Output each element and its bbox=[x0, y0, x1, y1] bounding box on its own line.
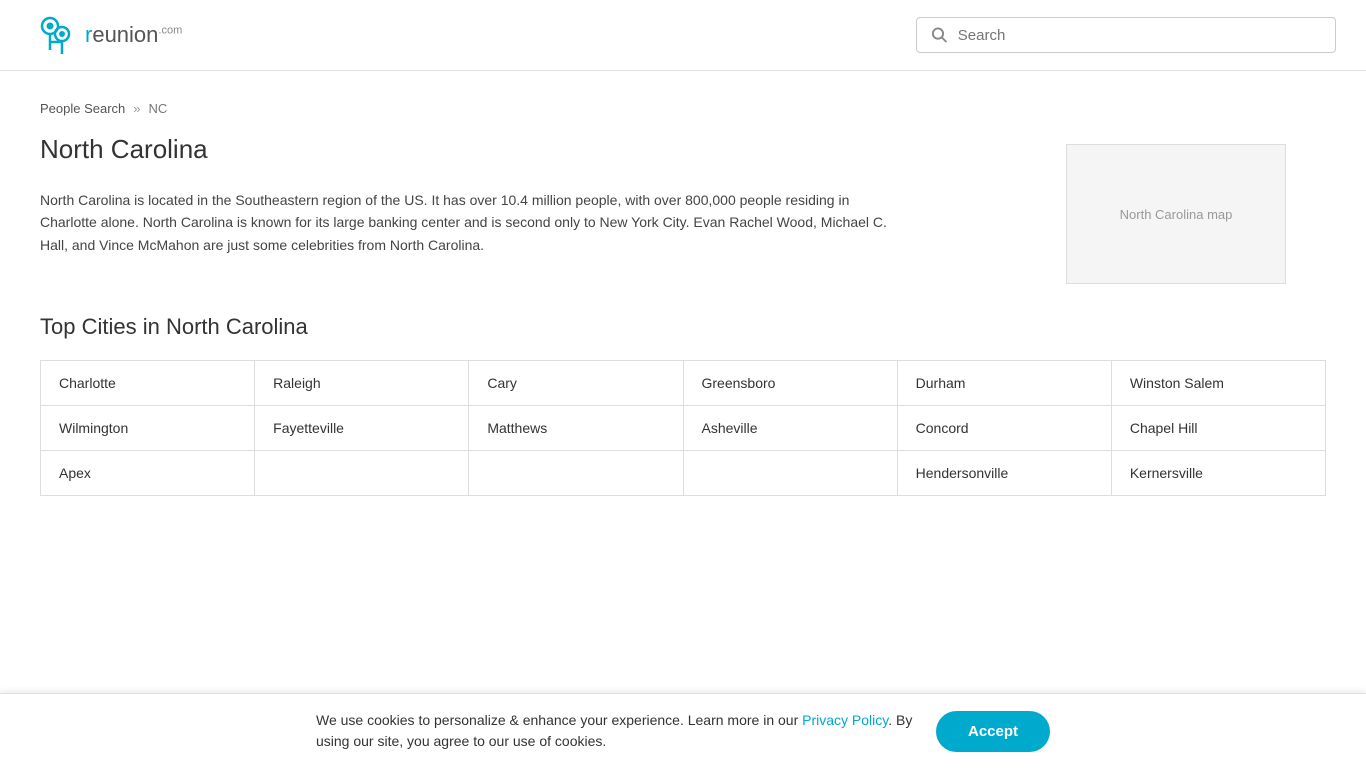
city-link[interactable] bbox=[684, 451, 898, 496]
cities-grid: CharlotteRaleighCaryGreensboroDurhamWins… bbox=[40, 360, 1326, 496]
header: reunion.com bbox=[0, 0, 1366, 71]
city-link[interactable]: Raleigh bbox=[255, 361, 469, 406]
city-link[interactable] bbox=[255, 451, 469, 496]
breadcrumb-people-search[interactable]: People Search bbox=[40, 101, 125, 116]
city-link[interactable]: Apex bbox=[41, 451, 255, 496]
page-left: North Carolina North Carolina is located… bbox=[40, 134, 1026, 284]
search-icon bbox=[931, 26, 948, 44]
breadcrumb: People Search » NC bbox=[40, 101, 1326, 116]
city-link[interactable]: Wilmington bbox=[41, 406, 255, 451]
city-link[interactable]: Chapel Hill bbox=[1112, 406, 1326, 451]
breadcrumb-separator: » bbox=[133, 101, 140, 116]
city-link[interactable]: Kernersville bbox=[1112, 451, 1326, 496]
search-input[interactable] bbox=[958, 27, 1321, 44]
page-description: North Carolina is located in the Southea… bbox=[40, 189, 900, 256]
city-link[interactable]: Charlotte bbox=[41, 361, 255, 406]
city-link[interactable]: Cary bbox=[469, 361, 683, 406]
cookie-text: We use cookies to personalize & enhance … bbox=[316, 710, 916, 752]
city-link[interactable]: Greensboro bbox=[684, 361, 898, 406]
accept-cookies-button[interactable]: Accept bbox=[936, 711, 1050, 752]
search-bar[interactable] bbox=[916, 17, 1336, 53]
city-link[interactable]: Concord bbox=[898, 406, 1112, 451]
city-link[interactable]: Hendersonville bbox=[898, 451, 1112, 496]
city-link[interactable]: Matthews bbox=[469, 406, 683, 451]
city-link[interactable]: Fayetteville bbox=[255, 406, 469, 451]
main-content: People Search » NC North Carolina North … bbox=[0, 71, 1366, 526]
cities-section: Top Cities in North Carolina CharlotteRa… bbox=[40, 314, 1326, 496]
logo-text: reunion.com bbox=[85, 22, 182, 48]
city-link[interactable] bbox=[469, 451, 683, 496]
logo[interactable]: reunion.com bbox=[30, 10, 182, 60]
city-link[interactable]: Durham bbox=[898, 361, 1112, 406]
page-body: North Carolina North Carolina is located… bbox=[40, 134, 1326, 284]
nc-map: North Carolina map bbox=[1066, 144, 1286, 284]
map-label: North Carolina map bbox=[1120, 207, 1233, 222]
logo-icon bbox=[30, 10, 80, 60]
cookie-text-before: We use cookies to personalize & enhance … bbox=[316, 712, 802, 728]
city-link[interactable]: Winston Salem bbox=[1112, 361, 1326, 406]
privacy-policy-link[interactable]: Privacy Policy bbox=[802, 712, 888, 728]
page-title: North Carolina bbox=[40, 134, 1026, 165]
cities-title: Top Cities in North Carolina bbox=[40, 314, 1326, 340]
city-link[interactable]: Asheville bbox=[684, 406, 898, 451]
page-right: North Carolina map bbox=[1066, 134, 1326, 284]
breadcrumb-state: NC bbox=[149, 101, 168, 116]
cookie-banner: We use cookies to personalize & enhance … bbox=[0, 693, 1366, 768]
